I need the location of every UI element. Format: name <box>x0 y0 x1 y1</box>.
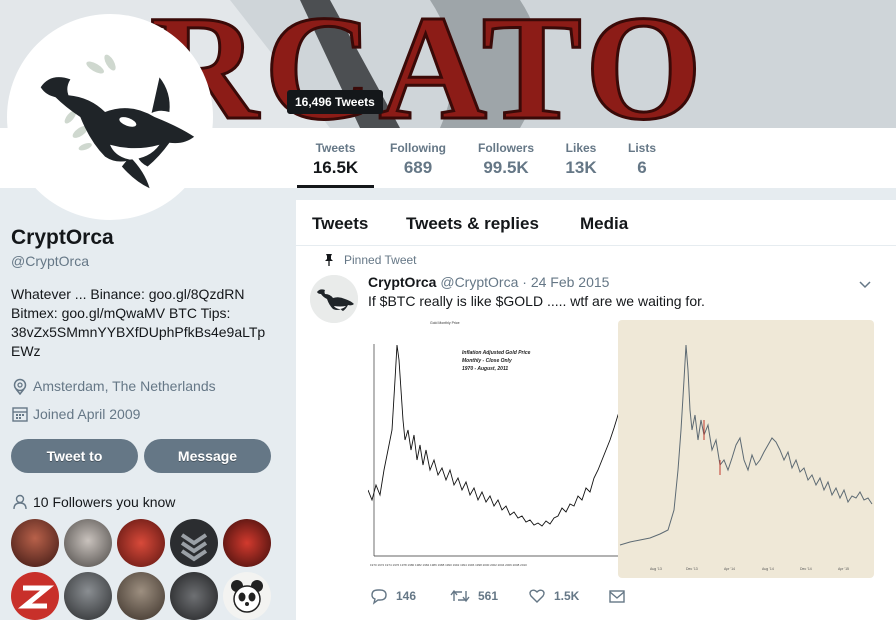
svg-text:Apr '14: Apr '14 <box>724 567 735 571</box>
follower-avatar[interactable] <box>64 519 112 567</box>
svg-text:Aug '13: Aug '13 <box>650 567 662 571</box>
profile-handle[interactable]: @CryptOrca <box>11 253 89 269</box>
reply-icon <box>371 589 387 605</box>
profile-joined: Joined April 2009 <box>11 405 140 423</box>
joined-text: Joined April 2009 <box>33 406 141 422</box>
message-button[interactable]: Message <box>144 439 271 473</box>
svg-text:Aug '14: Aug '14 <box>762 567 774 571</box>
bio-line: EWz <box>11 343 41 359</box>
svg-text:1970 1972 1974 1976 1978 1980: 1970 1972 1974 1976 1978 1980 1982 1984 … <box>370 563 527 567</box>
gold-vs-btc-chart-image: Gold Monthly Price Inflation Adjusted Go… <box>368 320 874 578</box>
tweet-media[interactable]: Gold Monthly Price Inflation Adjusted Go… <box>368 320 874 578</box>
svg-text:Apr '15: Apr '15 <box>838 567 849 571</box>
reply-button[interactable]: 146 <box>370 586 416 606</box>
pinned-tweet-label: Pinned Tweet <box>325 253 417 267</box>
follower-avatar[interactable] <box>11 572 59 620</box>
tweet-header: CryptOrca @CryptOrca · 24 Feb 2015 <box>368 274 609 290</box>
person-icon <box>13 494 27 510</box>
timeline-tabs: Tweets Tweets & replies Media <box>296 200 896 246</box>
tab-media[interactable]: Media <box>580 214 628 234</box>
separator-dot: · <box>522 274 527 290</box>
stat-tweets[interactable]: Tweets 16.5K <box>297 128 374 188</box>
svg-text:Dec '13: Dec '13 <box>686 567 698 571</box>
orca-logo-icon <box>310 275 358 323</box>
followers-you-know[interactable]: 10 Followers you know <box>11 493 175 511</box>
stat-label: Followers <box>477 141 534 155</box>
tweet-date[interactable]: 24 Feb 2015 <box>531 274 610 290</box>
stat-lists[interactable]: Lists 6 <box>624 128 660 188</box>
stat-value: 13K <box>565 158 597 177</box>
bio-line: Bitmex: goo.gl/mQwaMV BTC Tips: <box>11 305 231 321</box>
tab-tweets[interactable]: Tweets <box>312 214 368 234</box>
retweet-icon <box>450 589 470 603</box>
tweet-text: If $BTC really is like $GOLD ..... wtf a… <box>368 293 705 309</box>
follower-avatar[interactable] <box>64 572 112 620</box>
stat-value: 6 <box>637 158 647 177</box>
tweet-author-avatar[interactable] <box>310 275 358 323</box>
timeline: Tweets Tweets & replies Media Pinned Twe… <box>296 200 896 620</box>
tweet-actions: 146 561 1.5K <box>368 586 668 606</box>
stat-following[interactable]: Following 689 <box>386 128 450 188</box>
profile-location: Amsterdam, The Netherlands <box>11 377 216 395</box>
reply-count: 146 <box>396 589 417 603</box>
pin-icon <box>325 254 333 266</box>
profile-avatar[interactable] <box>7 14 213 220</box>
profile-bio: Whatever ... Binance: goo.gl/8QzdRN Bitm… <box>11 285 273 361</box>
follower-avatar[interactable] <box>170 572 218 620</box>
tweet-author-name[interactable]: CryptOrca <box>368 274 436 290</box>
stat-followers[interactable]: Followers 99.5K <box>474 128 538 188</box>
stat-value: 689 <box>403 158 433 177</box>
stat-label: Lists <box>627 141 656 155</box>
gold-chart-caption-line: Inflation Adjusted Gold Price <box>462 350 531 356</box>
calendar-icon <box>12 407 28 422</box>
like-count: 1.5K <box>554 589 580 603</box>
stat-value: 16.5K <box>312 158 359 177</box>
like-button[interactable]: 1.5K <box>528 586 579 606</box>
gold-chart-caption-line: Monthly - Close Only <box>462 358 512 364</box>
orca-logo-icon <box>11 18 209 216</box>
bio-line: Whatever ... Binance: goo.gl/8QzdRN <box>11 286 245 302</box>
location-text: Amsterdam, The Netherlands <box>33 378 216 394</box>
svg-text:Gold Monthly Price: Gold Monthly Price <box>430 321 460 325</box>
follower-avatar[interactable] <box>223 572 271 620</box>
direct-message-button[interactable] <box>608 586 634 606</box>
envelope-icon <box>609 590 625 603</box>
follower-avatar[interactable] <box>117 572 165 620</box>
heart-icon <box>529 589 545 603</box>
gold-chart-caption-line: 1970 - August, 2011 <box>462 366 508 372</box>
follower-avatar[interactable] <box>11 519 59 567</box>
stat-value: 99.5K <box>483 158 529 177</box>
location-pin-icon <box>13 378 27 395</box>
banner-text: RCATO <box>150 0 708 128</box>
stat-label: Likes <box>565 141 597 155</box>
retweet-count: 561 <box>478 589 499 603</box>
tweet-author-handle[interactable]: @CryptOrca <box>440 274 518 290</box>
stat-label: Tweets <box>315 141 356 155</box>
tweets-count-tooltip: 16,496 Tweets <box>287 90 383 114</box>
chevron-down-icon[interactable] <box>858 277 872 291</box>
stat-label: Following <box>390 141 446 155</box>
bio-line: 38vZx5SMmnYYBXfDUphPfkBs4e9aLTp <box>11 324 266 340</box>
followers-you-know-label: 10 Followers you know <box>33 494 176 510</box>
tab-tweets-and-replies[interactable]: Tweets & replies <box>406 214 539 234</box>
follower-avatar[interactable] <box>223 519 271 567</box>
profile-name[interactable]: CryptOrca <box>11 226 114 250</box>
follower-avatar[interactable] <box>117 519 165 567</box>
tweet-to-button[interactable]: Tweet to <box>11 439 138 473</box>
stat-likes[interactable]: Likes 13K <box>560 128 602 188</box>
pinned-text: Pinned Tweet <box>344 253 417 267</box>
btc-price-chart: Aug '13 Dec '13 Apr '14 Aug '14 Dec '14 Apr … <box>618 320 874 578</box>
follower-avatar[interactable] <box>170 519 218 567</box>
svg-text:Dec '14: Dec '14 <box>800 567 812 571</box>
retweet-button[interactable]: 561 <box>450 586 498 606</box>
